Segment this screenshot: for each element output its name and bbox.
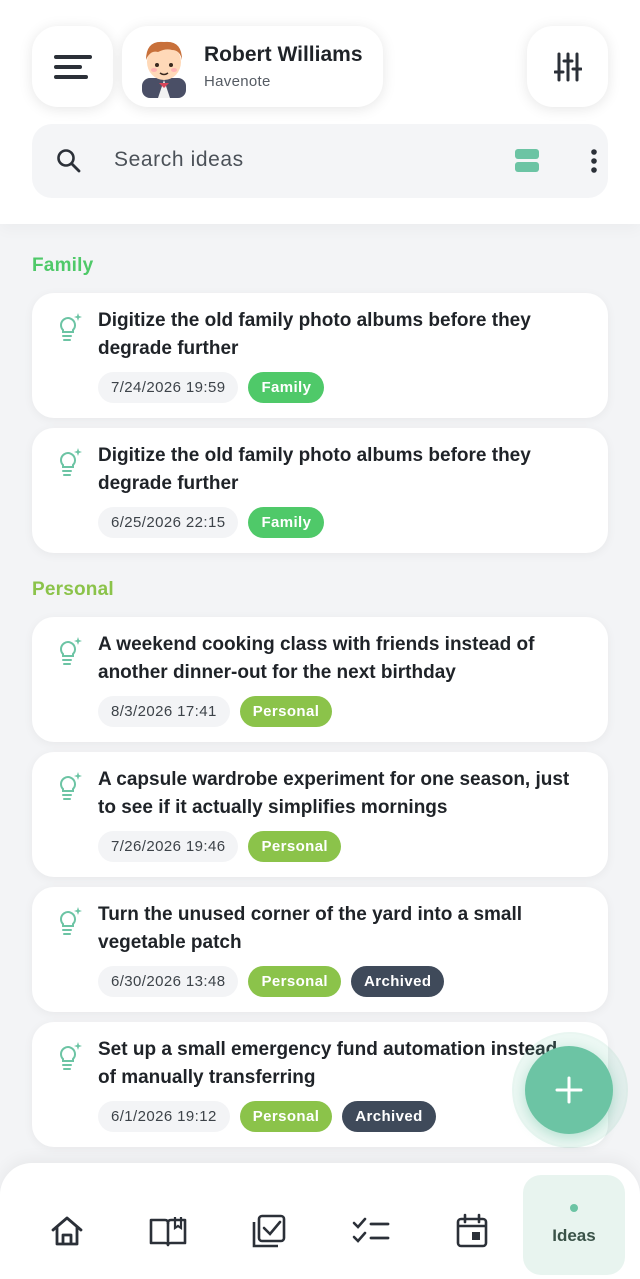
bottom-nav: Ideas [0, 1163, 640, 1279]
lightbulb-icon [60, 772, 82, 800]
nav-ideas[interactable]: Ideas [523, 1175, 625, 1275]
user-name: Robert Williams [204, 43, 363, 66]
nav-tasks[interactable] [224, 1183, 314, 1279]
calendar-icon [456, 1213, 488, 1248]
active-indicator [570, 1204, 578, 1212]
idea-card[interactable]: A capsule wardrobe experiment for one se… [32, 752, 608, 877]
search-bar[interactable]: Search ideas [32, 124, 608, 198]
nav-home[interactable] [22, 1183, 112, 1279]
profile-card[interactable]: Robert Williams Havenote [122, 26, 383, 107]
nav-journal[interactable] [123, 1183, 213, 1279]
nav-checklist[interactable] [326, 1183, 416, 1279]
idea-title: A capsule wardrobe experiment for one se… [98, 769, 570, 818]
tag-chip-personal[interactable]: Personal [239, 696, 333, 727]
filter-button[interactable] [527, 26, 608, 107]
status-chip-archived[interactable]: Archived [342, 1101, 436, 1132]
tag-chip-family[interactable]: Family [248, 372, 325, 403]
book-icon [149, 1217, 187, 1247]
lightbulb-icon [60, 448, 82, 476]
date-chip: 7/24/2026 19:59 [98, 372, 239, 403]
idea-title: Digitize the old family photo albums bef… [98, 445, 531, 494]
idea-title: Turn the unused corner of the yard into … [98, 904, 523, 953]
view-toggle-icon[interactable] [514, 148, 540, 174]
menu-button[interactable] [32, 26, 113, 107]
lightbulb-icon [60, 637, 82, 665]
lightbulb-icon [60, 313, 82, 341]
search-input[interactable]: Search ideas [114, 148, 244, 172]
date-chip: 6/30/2026 13:48 [98, 966, 239, 997]
home-icon [51, 1216, 83, 1246]
idea-card[interactable]: Turn the unused corner of the yard into … [32, 887, 608, 1012]
nav-calendar[interactable] [427, 1183, 517, 1279]
status-chip-archived[interactable]: Archived [351, 966, 445, 997]
tag-chip-personal[interactable]: Personal [248, 831, 341, 862]
idea-title: Digitize the old family photo albums bef… [98, 310, 531, 359]
date-chip: 7/26/2026 19:46 [98, 831, 239, 862]
tag-chip-personal[interactable]: Personal [239, 1101, 333, 1132]
date-chip: 6/1/2026 19:12 [98, 1101, 230, 1132]
idea-card[interactable]: Digitize the old family photo albums bef… [32, 293, 608, 418]
date-chip: 8/3/2026 17:41 [98, 696, 230, 727]
nav-ideas-label: Ideas [552, 1226, 596, 1245]
avatar [142, 41, 186, 98]
idea-title: A weekend cooking class with friends ins… [98, 634, 535, 683]
lightbulb-icon [60, 907, 82, 935]
section-label-personal: Personal [32, 579, 114, 600]
search-icon [57, 149, 81, 173]
app-name: Havenote [204, 73, 271, 90]
idea-card[interactable]: A weekend cooking class with friends ins… [32, 617, 608, 742]
section-label-family: Family [32, 255, 94, 276]
checkbox-icon [252, 1214, 286, 1248]
more-vert-icon[interactable] [590, 148, 598, 174]
add-idea-button[interactable] [525, 1046, 613, 1134]
tag-chip-personal[interactable]: Personal [248, 966, 341, 997]
date-chip: 6/25/2026 22:15 [98, 507, 239, 538]
idea-card[interactable]: Digitize the old family photo albums bef… [32, 428, 608, 553]
hamburger-icon [53, 54, 92, 79]
lightbulb-icon [60, 1042, 82, 1070]
plus-icon [555, 1076, 583, 1104]
tag-chip-family[interactable]: Family [248, 507, 325, 538]
top-bar: Robert Williams Havenote Search ideas [0, 0, 640, 224]
sliders-icon [553, 52, 582, 81]
checklist-icon [352, 1217, 390, 1243]
